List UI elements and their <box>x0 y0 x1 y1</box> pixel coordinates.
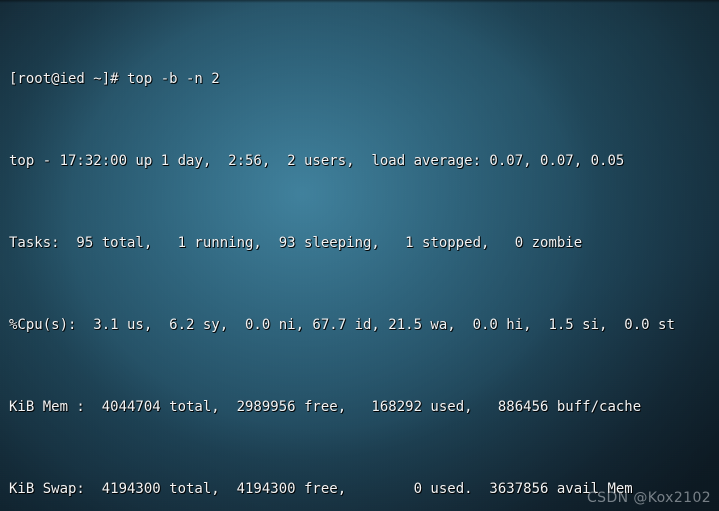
top-cpu-line: %Cpu(s): 3.1 us, 6.2 sy, 0.0 ni, 67.7 id… <box>9 316 675 333</box>
terminal-screen-text[interactable]: [root@ied ~]# top -b -n 2 top - 17:32:00… <box>0 0 719 511</box>
top-tasks-line: Tasks: 95 total, 1 running, 93 sleeping,… <box>9 234 583 251</box>
terminal-window[interactable]: [root@ied ~]# top -b -n 2 top - 17:32:00… <box>0 0 719 511</box>
top-mem-line: KiB Mem : 4044704 total, 2989956 free, 1… <box>9 398 642 415</box>
top-swap-line: KiB Swap: 4194300 total, 4194300 free, 0… <box>9 480 633 497</box>
top-uptime-line: top - 17:32:00 up 1 day, 2:56, 2 users, … <box>9 152 625 169</box>
shell-prompt-line: [root@ied ~]# top -b -n 2 <box>9 70 220 87</box>
